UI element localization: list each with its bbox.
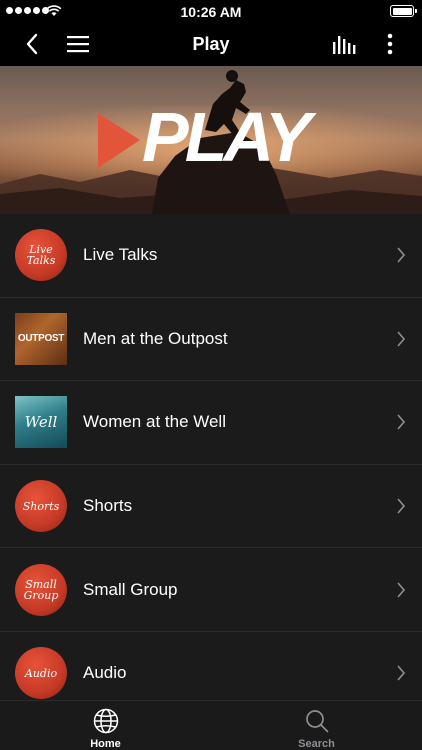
- chevron-right-icon: [397, 582, 406, 598]
- list-item-label: Audio: [83, 663, 127, 683]
- list-item-shorts[interactable]: Shorts Shorts: [0, 465, 422, 549]
- shorts-thumbnail: Shorts: [15, 480, 67, 533]
- chevron-right-icon: [397, 414, 406, 431]
- thumbnail-text: Audio: [24, 666, 58, 680]
- status-time: 10:26 AM: [180, 4, 242, 20]
- thumbnail-text: OUTPOST: [17, 333, 65, 345]
- menu-button[interactable]: [62, 22, 94, 66]
- chevron-right-icon: [397, 665, 406, 681]
- category-list: Live Talks Live Talks OUTPOST Men at the…: [0, 214, 422, 700]
- tab-label: Search: [298, 738, 335, 750]
- list-item-label: Women at the Well: [83, 412, 226, 432]
- tab-search[interactable]: Search: [211, 701, 422, 750]
- list-item-label: Small Group: [83, 579, 178, 599]
- back-button[interactable]: [18, 22, 46, 66]
- thumbnail-text: Small Group: [23, 577, 59, 602]
- chevron-left-icon: [26, 33, 38, 55]
- well-thumbnail: Well: [15, 396, 67, 449]
- status-bar: 10:26 AM: [0, 0, 422, 22]
- battery-icon: [390, 5, 417, 17]
- list-item-label: Live Talks: [83, 245, 158, 265]
- equalizer-icon: [333, 36, 356, 54]
- search-icon: [305, 710, 328, 733]
- equalizer-button[interactable]: [330, 22, 360, 66]
- live-talks-thumbnail: Live Talks: [15, 229, 67, 282]
- list-item-men-at-the-outpost[interactable]: OUTPOST Men at the Outpost: [0, 298, 422, 382]
- thumbnail-text: Shorts: [22, 499, 60, 513]
- thumbnail-text: Well: [24, 412, 58, 431]
- navigation-bar: Play: [0, 22, 422, 66]
- play-logo-text: PLAY: [142, 98, 311, 176]
- globe-icon: [93, 708, 118, 734]
- audio-thumbnail: Audio: [15, 647, 67, 700]
- hero-banner: PLAY: [0, 66, 422, 214]
- thumbnail-text: Live Talks: [26, 243, 56, 268]
- tab-label: Home: [90, 738, 121, 750]
- list-item-audio[interactable]: Audio Audio: [0, 632, 422, 700]
- outpost-thumbnail: OUTPOST: [15, 312, 67, 365]
- chevron-right-icon: [397, 498, 406, 514]
- chevron-right-icon: [397, 247, 406, 263]
- tab-home[interactable]: Home: [0, 701, 211, 750]
- list-item-label: Shorts: [83, 496, 133, 516]
- small-group-thumbnail: Small Group: [15, 563, 67, 616]
- chevron-right-icon: [397, 331, 406, 347]
- list-item-live-talks[interactable]: Live Talks Live Talks: [0, 214, 422, 298]
- tab-bar: Home Search: [0, 700, 422, 750]
- list-item-women-at-the-well[interactable]: Well Women at the Well: [0, 381, 422, 465]
- list-item-small-group[interactable]: Small Group Small Group: [0, 548, 422, 632]
- more-vertical-icon: [387, 33, 393, 55]
- hamburger-menu-icon: [67, 36, 89, 53]
- more-options-button[interactable]: [378, 22, 402, 66]
- list-item-label: Men at the Outpost: [83, 328, 228, 348]
